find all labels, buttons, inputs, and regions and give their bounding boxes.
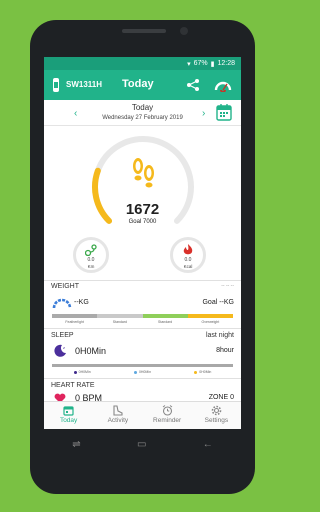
legend-dot (73, 370, 77, 374)
calories-value: 0.0 (184, 257, 192, 263)
sleep-section-label: SLEEP (51, 332, 74, 339)
calories-unit: Kcal (183, 264, 193, 269)
date-day-label: Today (131, 103, 154, 112)
nav-item-activity[interactable]: Activity (93, 402, 142, 429)
calendar-icon[interactable] (216, 103, 232, 121)
weight-value: --KG (74, 299, 89, 306)
sleep-legend-item: 0H0Min (133, 370, 152, 374)
sleep-target: 8hour (216, 347, 234, 354)
weight-scale-segment (187, 314, 233, 318)
heart-rate-zone: ZONE 0 (208, 394, 234, 401)
svg-text:z: z (63, 345, 65, 350)
nav-label-today: Today (59, 417, 78, 424)
battery-icon: ▮ (210, 60, 215, 68)
distance-value: 0.0 (87, 257, 95, 263)
weight-date-placeholder: -- -- -- (221, 283, 234, 289)
heart-rate-section-label: HEART RATE (51, 382, 95, 389)
app-screen: ▾ 67% ▮ 12:28 SW1311H Today ‹ Today Wedn… (44, 57, 241, 459)
gear-icon (211, 405, 222, 416)
sleep-legend-item: 0H0Min (194, 370, 211, 374)
wifi-icon: ▾ (187, 60, 191, 68)
shoe-icon (113, 405, 123, 416)
flame-icon (183, 244, 193, 255)
steps-count: 1672 (125, 201, 160, 218)
sleep-bar (52, 364, 233, 367)
system-navigation-bar: ⇌ ▭ ← (44, 429, 241, 459)
weight-goal: Goal --KG (202, 299, 234, 306)
sleep-legend-label: 0H0Min (78, 370, 91, 374)
back-button[interactable]: ← (203, 439, 213, 450)
recent-apps-button[interactable]: ⇌ (72, 439, 80, 450)
watch-icon (53, 78, 59, 92)
bottom-navigation: Today Activity Reminder Settings (44, 401, 241, 429)
steps-goal: Goal 7000 (128, 219, 157, 225)
next-day-button[interactable]: › (202, 108, 205, 119)
weight-scale-label: Standard (112, 320, 127, 324)
calories-card[interactable]: 0.0 Kcal (170, 237, 206, 273)
home-button[interactable]: ▭ (137, 439, 146, 450)
weight-scale-label: Standard (158, 320, 173, 324)
weight-scale-segment (142, 314, 188, 318)
status-bar: ▾ 67% ▮ 12:28 (44, 57, 241, 70)
weight-scale-label: Featherlight (65, 320, 84, 324)
weight-scale-label: Overweight (201, 320, 220, 324)
weight-section-label: WEIGHT (51, 283, 79, 290)
distance-card[interactable]: 0.0 Km (73, 237, 109, 273)
calendar-icon (63, 406, 74, 416)
legend-dot (133, 370, 137, 374)
phone-camera (180, 27, 188, 35)
divider (44, 378, 241, 379)
weight-scale-bar (52, 314, 233, 318)
phone-speaker (122, 29, 166, 33)
legend-dot (194, 370, 198, 374)
date-full-label: Wednesday 27 February 2019 (102, 115, 183, 121)
nav-item-settings[interactable]: Settings (192, 402, 241, 429)
device-name[interactable]: SW1311H (66, 80, 102, 89)
date-bar: ‹ Today Wednesday 27 February 2019 › (44, 100, 241, 126)
moon-icon: z (54, 344, 66, 357)
nav-item-today[interactable]: Today (44, 402, 93, 429)
steps-progress-card[interactable]: 1672 Goal 7000 (44, 126, 241, 236)
gauge-icon[interactable] (214, 78, 232, 92)
footsteps-icon (133, 158, 154, 188)
weight-scale-labels: Featherlight Standard Standard Overweight (52, 320, 233, 324)
battery-level: 67% (193, 60, 208, 67)
weight-scale-segment (97, 314, 143, 318)
divider (44, 280, 241, 281)
nav-label-activity: Activity (107, 417, 129, 424)
app-bar: SW1311H Today (44, 70, 241, 100)
weight-gauge-icon (52, 298, 72, 309)
share-icon[interactable] (186, 78, 200, 92)
route-icon (85, 244, 97, 256)
nav-item-reminder[interactable]: Reminder (143, 402, 192, 429)
sleep-legend-item: 0H0Min (73, 370, 91, 374)
sleep-legend-label: 0H0Min (199, 370, 212, 374)
distance-unit: Km (87, 264, 95, 269)
weight-scale-segment (52, 314, 98, 318)
nav-label-settings: Settings (204, 417, 229, 424)
sleep-legend-label: 0H0Min (138, 370, 152, 374)
page-title: Today (122, 78, 154, 90)
clock: 12:28 (217, 60, 235, 67)
divider (44, 328, 241, 329)
alarm-clock-icon (162, 405, 172, 416)
nav-label-reminder: Reminder (153, 417, 182, 424)
sleep-duration: 0H0Min (75, 346, 107, 356)
sleep-period-label: last night (205, 332, 234, 339)
sleep-legend: 0H0Min 0H0Min 0H0Min (52, 370, 233, 374)
